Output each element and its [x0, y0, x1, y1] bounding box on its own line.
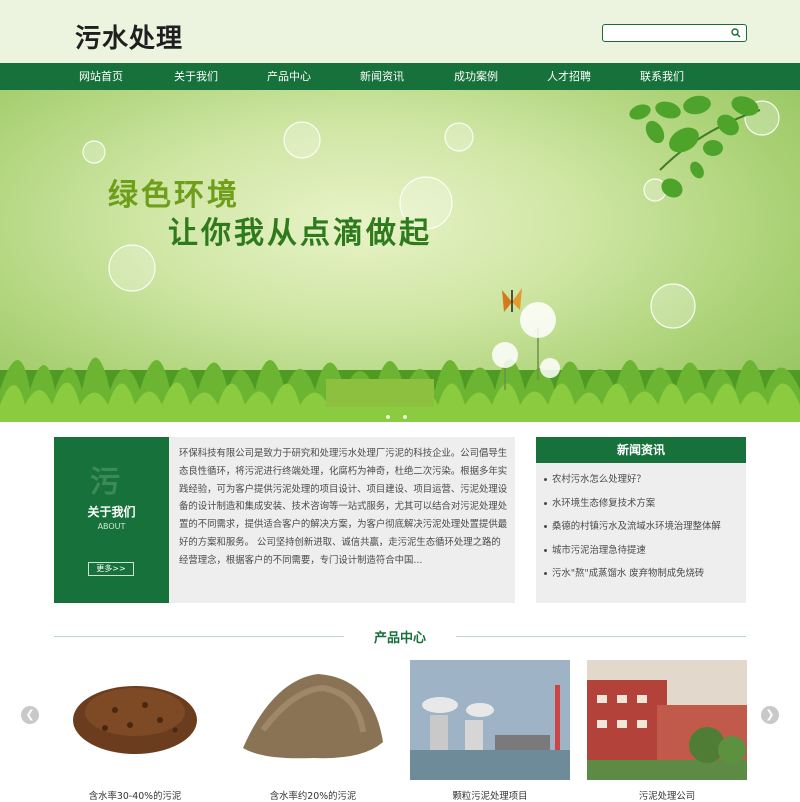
news-item-label[interactable]: 桑德的村镇污水及流域水环境治理整体解 — [552, 521, 721, 532]
news-item-label[interactable]: 污水"熬"成蒸馏水 废弃物制成免烧砖 — [552, 568, 704, 579]
product-image-4[interactable] — [587, 660, 747, 780]
butterfly-illustration — [502, 288, 522, 312]
nav-item-contact[interactable]: 联系我们 — [622, 63, 702, 90]
about-title: 关于我们 — [87, 505, 136, 519]
news-item[interactable]: 桑德的村镇污水及流域水环境治理整体解 — [544, 518, 742, 542]
main-nav: 网站首页 关于我们 产品中心 新闻资讯 成功案例 人才招聘 联系我们 — [0, 63, 800, 90]
hero-banner[interactable]: 绿色环境 让你我从点滴做起 — [0, 90, 800, 422]
pager-dot[interactable] — [403, 415, 408, 419]
nav-item-news[interactable]: 新闻资讯 — [342, 63, 422, 90]
about-text: 环保科技有限公司是致力于研究和处理污水处理厂污泥的科技企业。公司倡导生态良性循环… — [179, 448, 508, 566]
search-icon[interactable] — [730, 27, 742, 39]
about-subtitle: ABOUT — [97, 522, 126, 531]
about-more-button[interactable]: 更多>> — [88, 562, 134, 576]
nav-item-cases[interactable]: 成功案例 — [436, 63, 516, 90]
product-image-3[interactable] — [410, 660, 570, 780]
bullet-icon — [544, 478, 547, 481]
news-item[interactable]: 城市污泥治理急待提速 — [544, 542, 742, 566]
about-glyph: 污 — [90, 465, 120, 500]
product-image-2[interactable] — [233, 660, 393, 780]
about-panel-side: 污 关于我们 ABOUT 更多>> — [54, 437, 169, 603]
site-logo[interactable]: 污水处理 — [75, 18, 183, 55]
products-title: 产品中心 — [373, 631, 426, 646]
about-panel-body: 环保科技有限公司是致力于研究和处理污水处理厂污泥的科技企业。公司倡导生态良性循环… — [169, 437, 515, 603]
news-panel: 新闻资讯 农村污水怎么处理好？ 水环境生态修复技术方案 桑德的村镇污水及流域水环… — [536, 437, 746, 603]
news-list: 农村污水怎么处理好？ 水环境生态修复技术方案 桑德的村镇污水及流域水环境治理整体… — [544, 471, 742, 589]
news-item-label[interactable]: 城市污泥治理急待提速 — [552, 545, 646, 556]
pager-dot[interactable] — [386, 415, 390, 419]
nav-item-products[interactable]: 产品中心 — [249, 63, 329, 90]
bullet-icon — [544, 525, 547, 528]
banner-pager — [382, 404, 411, 422]
news-item-label[interactable]: 农村污水怎么处理好？ — [552, 474, 646, 485]
chevron-right-icon[interactable]: ❯ — [761, 706, 779, 724]
divider — [456, 636, 746, 637]
product-image-1[interactable] — [55, 660, 215, 780]
header: 污水处理 — [0, 0, 800, 63]
news-item[interactable]: 农村污水怎么处理好？ — [544, 471, 742, 495]
nav-item-home[interactable]: 网站首页 — [61, 63, 141, 90]
banner-slogan-line2: 让你我从点滴做起 — [168, 216, 432, 251]
news-item-label[interactable]: 水环境生态修复技术方案 — [552, 498, 655, 509]
nav-item-jobs[interactable]: 人才招聘 — [529, 63, 609, 90]
divider — [54, 636, 344, 637]
chevron-left-icon[interactable]: ❮ — [21, 706, 39, 724]
bullet-icon — [544, 572, 547, 575]
news-item[interactable]: 水环境生态修复技术方案 — [544, 495, 742, 519]
bullet-icon — [544, 501, 547, 505]
banner-action-button[interactable] — [326, 379, 434, 407]
search-input[interactable] — [602, 24, 747, 42]
bullet-icon — [544, 548, 547, 552]
nav-item-about[interactable]: 关于我们 — [156, 63, 236, 90]
banner-artwork — [0, 95, 800, 422]
news-item[interactable]: 污水"熬"成蒸馏水 废弃物制成免烧砖 — [544, 565, 742, 589]
news-title: 新闻资讯 — [536, 437, 746, 463]
